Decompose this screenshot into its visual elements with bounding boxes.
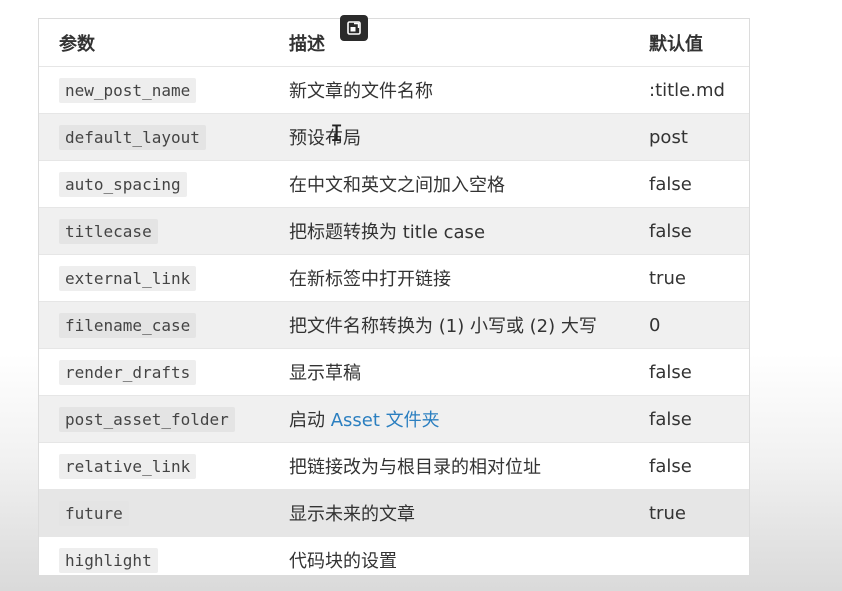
description-cell: 新文章的文件名称 xyxy=(269,66,639,114)
asset-folder-link[interactable]: Asset 文件夹 xyxy=(331,410,440,431)
settings-table: 参数 描述 默认值 new_post_name 新文章的文件名称 :title.… xyxy=(39,19,749,583)
description-cell: 把链接改为与根目录的相对位址 xyxy=(269,442,639,490)
table-row: titlecase 把标题转换为 title case false xyxy=(39,207,749,255)
table-row: highlight 代码块的设置 xyxy=(39,536,749,583)
default-cell xyxy=(639,536,749,583)
param-cell: new_post_name xyxy=(39,66,269,114)
default-cell: true xyxy=(639,489,749,537)
table-header-row: 参数 描述 默认值 xyxy=(39,19,749,67)
table-row: render_drafts 显示草稿 false xyxy=(39,348,749,396)
param-name: new_post_name xyxy=(59,77,197,103)
param-name: default_layout xyxy=(59,124,206,150)
param-cell: relative_link xyxy=(39,442,269,490)
table-row: relative_link 把链接改为与根目录的相对位址 false xyxy=(39,442,749,490)
description-cell: 把文件名称转换为 (1) 小写或 (2) 大写 xyxy=(269,301,639,349)
description-cell: 显示未来的文章 xyxy=(269,489,639,537)
header-param: 参数 xyxy=(59,33,95,55)
popout-icon xyxy=(347,21,361,35)
default-cell: true xyxy=(639,254,749,302)
param-cell: highlight xyxy=(39,536,269,583)
description-cell: 显示草稿 xyxy=(269,348,639,396)
param-name: highlight xyxy=(59,547,158,573)
popout-button[interactable] xyxy=(340,15,368,41)
table-row: new_post_name 新文章的文件名称 :title.md xyxy=(39,66,749,114)
table-row: external_link 在新标签中打开链接 true xyxy=(39,254,749,302)
table-row: filename_case 把文件名称转换为 (1) 小写或 (2) 大写 0 xyxy=(39,301,749,349)
default-cell: false xyxy=(639,442,749,490)
default-cell: false xyxy=(639,160,749,208)
param-name: titlecase xyxy=(59,218,158,244)
header-description: 描述 xyxy=(289,33,325,55)
param-name: post_asset_folder xyxy=(59,406,235,432)
param-name: auto_spacing xyxy=(59,171,187,197)
header-default: 默认值 xyxy=(649,33,703,55)
param-name: filename_case xyxy=(59,312,197,338)
description-cell: 在中文和英文之间加入空格 xyxy=(269,160,639,208)
text-cursor-icon: I xyxy=(330,122,344,147)
default-cell: :title.md xyxy=(639,66,749,114)
description-cell: 预设布局 xyxy=(269,113,639,161)
settings-table-container: 参数 描述 默认值 new_post_name 新文章的文件名称 :title.… xyxy=(38,18,750,583)
param-name: relative_link xyxy=(59,453,197,479)
param-cell: render_drafts xyxy=(39,348,269,396)
description-cell: 把标题转换为 title case xyxy=(269,207,639,255)
param-cell: titlecase xyxy=(39,207,269,255)
description-cell: 在新标签中打开链接 xyxy=(269,254,639,302)
param-cell: filename_case xyxy=(39,301,269,349)
description-text: 启动 xyxy=(289,410,331,431)
param-cell: auto_spacing xyxy=(39,160,269,208)
description-cell: 代码块的设置 xyxy=(269,536,639,583)
param-cell: future xyxy=(39,489,269,537)
default-cell: post xyxy=(639,113,749,161)
default-cell: false xyxy=(639,348,749,396)
param-cell: external_link xyxy=(39,254,269,302)
param-cell: post_asset_folder xyxy=(39,395,269,443)
param-name: external_link xyxy=(59,265,197,291)
default-cell: 0 xyxy=(639,301,749,349)
default-cell: false xyxy=(639,395,749,443)
description-cell: 启动 Asset 文件夹 xyxy=(269,395,639,443)
table-row: auto_spacing 在中文和英文之间加入空格 false xyxy=(39,160,749,208)
param-name: future xyxy=(59,500,129,526)
default-cell: false xyxy=(639,207,749,255)
table-row: default_layout 预设布局 post xyxy=(39,113,749,161)
param-cell: default_layout xyxy=(39,113,269,161)
param-name: render_drafts xyxy=(59,359,197,385)
table-row: future 显示未来的文章 true xyxy=(39,489,749,537)
table-row: post_asset_folder 启动 Asset 文件夹 false xyxy=(39,395,749,443)
